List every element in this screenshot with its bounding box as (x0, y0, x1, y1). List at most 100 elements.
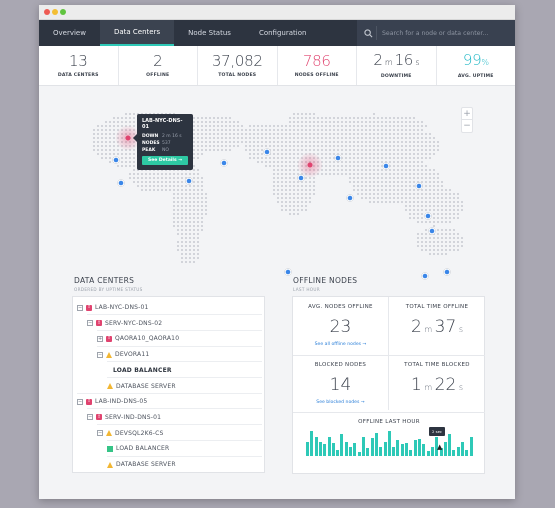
map-dot (280, 136, 284, 140)
chart-bar[interactable] (379, 446, 383, 456)
map-dot (204, 140, 208, 144)
map-dot (376, 176, 380, 180)
chart-bar[interactable] (422, 444, 426, 456)
total-time-offline-title: TOTAL TIME OFFLINE (405, 304, 469, 310)
tree-row[interactable]: LOAD BALANCER (107, 441, 169, 456)
chart-bar[interactable] (448, 433, 452, 456)
chart-bar[interactable] (374, 432, 378, 456)
tree-row[interactable]: DATABASE SERVER (107, 379, 176, 394)
chart-bar[interactable] (327, 436, 331, 456)
chart-bar[interactable] (306, 441, 309, 456)
tree-row[interactable]: DATABASE SERVER (107, 457, 176, 472)
chart-bar[interactable] (465, 449, 469, 456)
chart-bar[interactable] (409, 449, 413, 456)
tree-row[interactable]: +! QAORA10_QAORA10 (97, 331, 179, 346)
map-dot (184, 200, 188, 204)
chart-bar[interactable] (353, 443, 357, 456)
map-dot (412, 128, 416, 132)
collapse-icon[interactable]: − (87, 320, 93, 327)
chart-bar[interactable] (336, 449, 340, 456)
map-dot (384, 124, 388, 128)
chart-bar[interactable] (413, 440, 417, 456)
chart-bar[interactable] (323, 444, 327, 456)
tab-data-centers[interactable]: Data Centers (99, 20, 175, 46)
tab-node-status[interactable]: Node Status (174, 20, 245, 46)
chart-bar[interactable] (396, 440, 400, 456)
collapse-icon[interactable]: − (97, 430, 103, 437)
see-details-button[interactable]: See Details → (142, 156, 188, 165)
zoom-out-button[interactable]: − (462, 120, 472, 132)
tree-row[interactable]: −! LAB-IND-DNS-05 (77, 394, 147, 409)
map-dot (320, 156, 324, 160)
chart-bar[interactable] (430, 446, 434, 456)
map-dot (236, 124, 240, 128)
chart-bar[interactable] (331, 443, 335, 456)
data-center-pin (113, 157, 119, 163)
map-dot (408, 192, 412, 196)
map-dot (456, 236, 460, 240)
map-dot (188, 192, 192, 196)
tree-row[interactable]: −! LAB-NYC-DNS-01 (77, 300, 149, 315)
chart-bar[interactable] (469, 436, 473, 456)
chart-bar[interactable] (405, 443, 409, 456)
chart-bar[interactable] (461, 441, 465, 456)
collapse-icon[interactable]: − (87, 414, 93, 421)
map-dot (232, 144, 236, 148)
chart-bar[interactable] (383, 441, 387, 456)
see-all-offline-nodes-link[interactable]: See all offline nodes → (315, 342, 367, 347)
chart-bar[interactable] (418, 439, 421, 456)
map-dot (340, 144, 344, 148)
collapse-icon[interactable]: − (97, 351, 103, 358)
chart-bar[interactable] (340, 433, 344, 456)
chart-bar[interactable] (387, 431, 391, 456)
map-dot (248, 148, 252, 152)
map-dot (244, 140, 248, 144)
tab-configuration[interactable]: Configuration (245, 20, 320, 46)
collapse-icon[interactable]: − (77, 304, 83, 311)
map-dot (196, 228, 200, 232)
map-dot (328, 124, 332, 128)
chart-bar[interactable] (349, 446, 353, 456)
map-dot (396, 184, 400, 188)
close-window-button[interactable] (44, 9, 50, 15)
see-blocked-nodes-link[interactable]: See blocked nodes → (316, 400, 364, 405)
map-dot (396, 156, 400, 160)
chart-bar[interactable] (344, 441, 348, 456)
chart-bar[interactable] (357, 452, 361, 456)
chart-bar[interactable] (370, 437, 374, 456)
chart-bar[interactable] (310, 431, 314, 456)
chart-bar[interactable] (452, 449, 456, 456)
search-input[interactable] (382, 29, 507, 37)
chart-bar[interactable] (392, 446, 396, 456)
map-dot (108, 144, 112, 148)
chart-bar[interactable] (443, 441, 447, 456)
map-dot (376, 132, 380, 136)
map-dot (196, 136, 200, 140)
tab-overview[interactable]: Overview (39, 20, 100, 46)
tree-row[interactable]: LOAD BALANCER (107, 363, 172, 378)
map-dot (192, 188, 196, 192)
collapse-icon[interactable]: − (77, 398, 83, 405)
chart-bar[interactable] (314, 436, 318, 456)
expand-icon[interactable]: + (97, 335, 103, 342)
search-icon[interactable] (363, 26, 377, 40)
minimize-window-button[interactable] (52, 9, 58, 15)
chart-bar[interactable] (366, 448, 370, 456)
map-dot (156, 180, 160, 184)
maximize-window-button[interactable] (60, 9, 66, 15)
chart-bar[interactable] (456, 446, 460, 456)
map-dot (308, 132, 312, 136)
chart-bar[interactable] (400, 444, 404, 456)
zoom-in-button[interactable]: + (462, 108, 472, 120)
map-dot (360, 188, 364, 192)
tree-row[interactable]: − DEVORA11 (97, 347, 149, 362)
map-dot (212, 120, 216, 124)
tree-row[interactable]: − DEVSQL2K6-CS (97, 426, 164, 441)
chart-bar[interactable] (426, 450, 430, 456)
tree-row[interactable]: −! SERV-IND-DNS-01 (87, 410, 161, 425)
chart-bar[interactable] (362, 436, 365, 456)
tree-row[interactable]: −! SERV-NYC-DNS-02 (87, 316, 162, 331)
chart-bar[interactable] (318, 441, 322, 456)
map-dot (192, 148, 196, 152)
map-dot (200, 204, 204, 208)
